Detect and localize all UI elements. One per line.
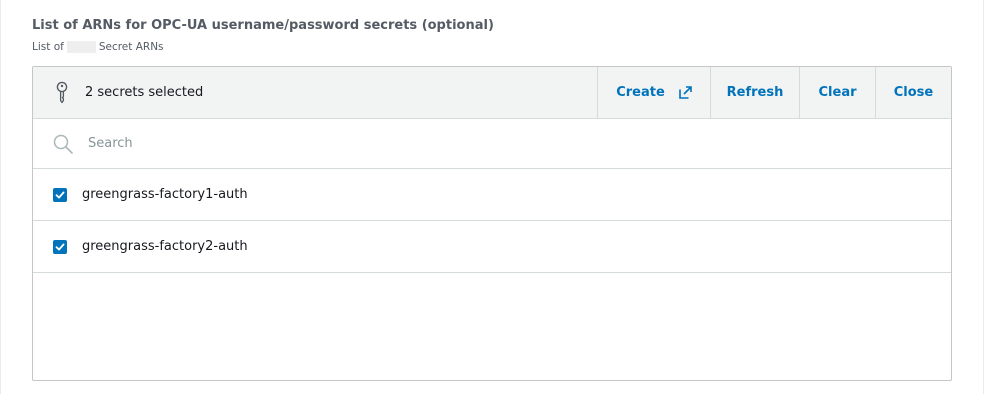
field-description-suffix: Secret ARNs — [98, 41, 164, 53]
field-description: List of Secret ARNs — [32, 41, 164, 53]
secret-checkbox[interactable] — [53, 187, 67, 202]
search-input[interactable] — [88, 136, 788, 151]
redacted-text — [66, 41, 96, 53]
search-icon — [53, 134, 73, 154]
create-secret-button[interactable]: Create — [597, 67, 710, 118]
close-button[interactable]: Close — [875, 67, 951, 118]
selector-toolbar: 2 secrets selected Create Refresh Clear … — [33, 67, 951, 119]
selected-count-text: 2 secrets selected — [85, 85, 204, 100]
selection-status: 2 secrets selected — [33, 67, 597, 118]
create-button-label: Create — [616, 85, 665, 100]
secrets-selector-panel: 2 secrets selected Create Refresh Clear … — [32, 66, 952, 381]
refresh-button[interactable]: Refresh — [710, 67, 799, 118]
checkmark-icon — [55, 191, 65, 198]
search-row — [33, 119, 951, 169]
secret-name: greengrass-factory1-auth — [82, 187, 248, 202]
external-link-icon — [678, 86, 692, 99]
list-item[interactable]: greengrass-factory1-auth — [33, 169, 951, 221]
secret-checkbox[interactable] — [53, 239, 67, 254]
checkmark-icon — [55, 243, 65, 250]
secret-name: greengrass-factory2-auth — [82, 239, 248, 254]
field-description-prefix: List of — [32, 41, 64, 53]
key-icon — [55, 81, 69, 105]
field-label: List of ARNs for OPC-UA username/passwor… — [32, 18, 494, 33]
clear-button[interactable]: Clear — [799, 67, 875, 118]
list-item[interactable]: greengrass-factory2-auth — [33, 221, 951, 273]
